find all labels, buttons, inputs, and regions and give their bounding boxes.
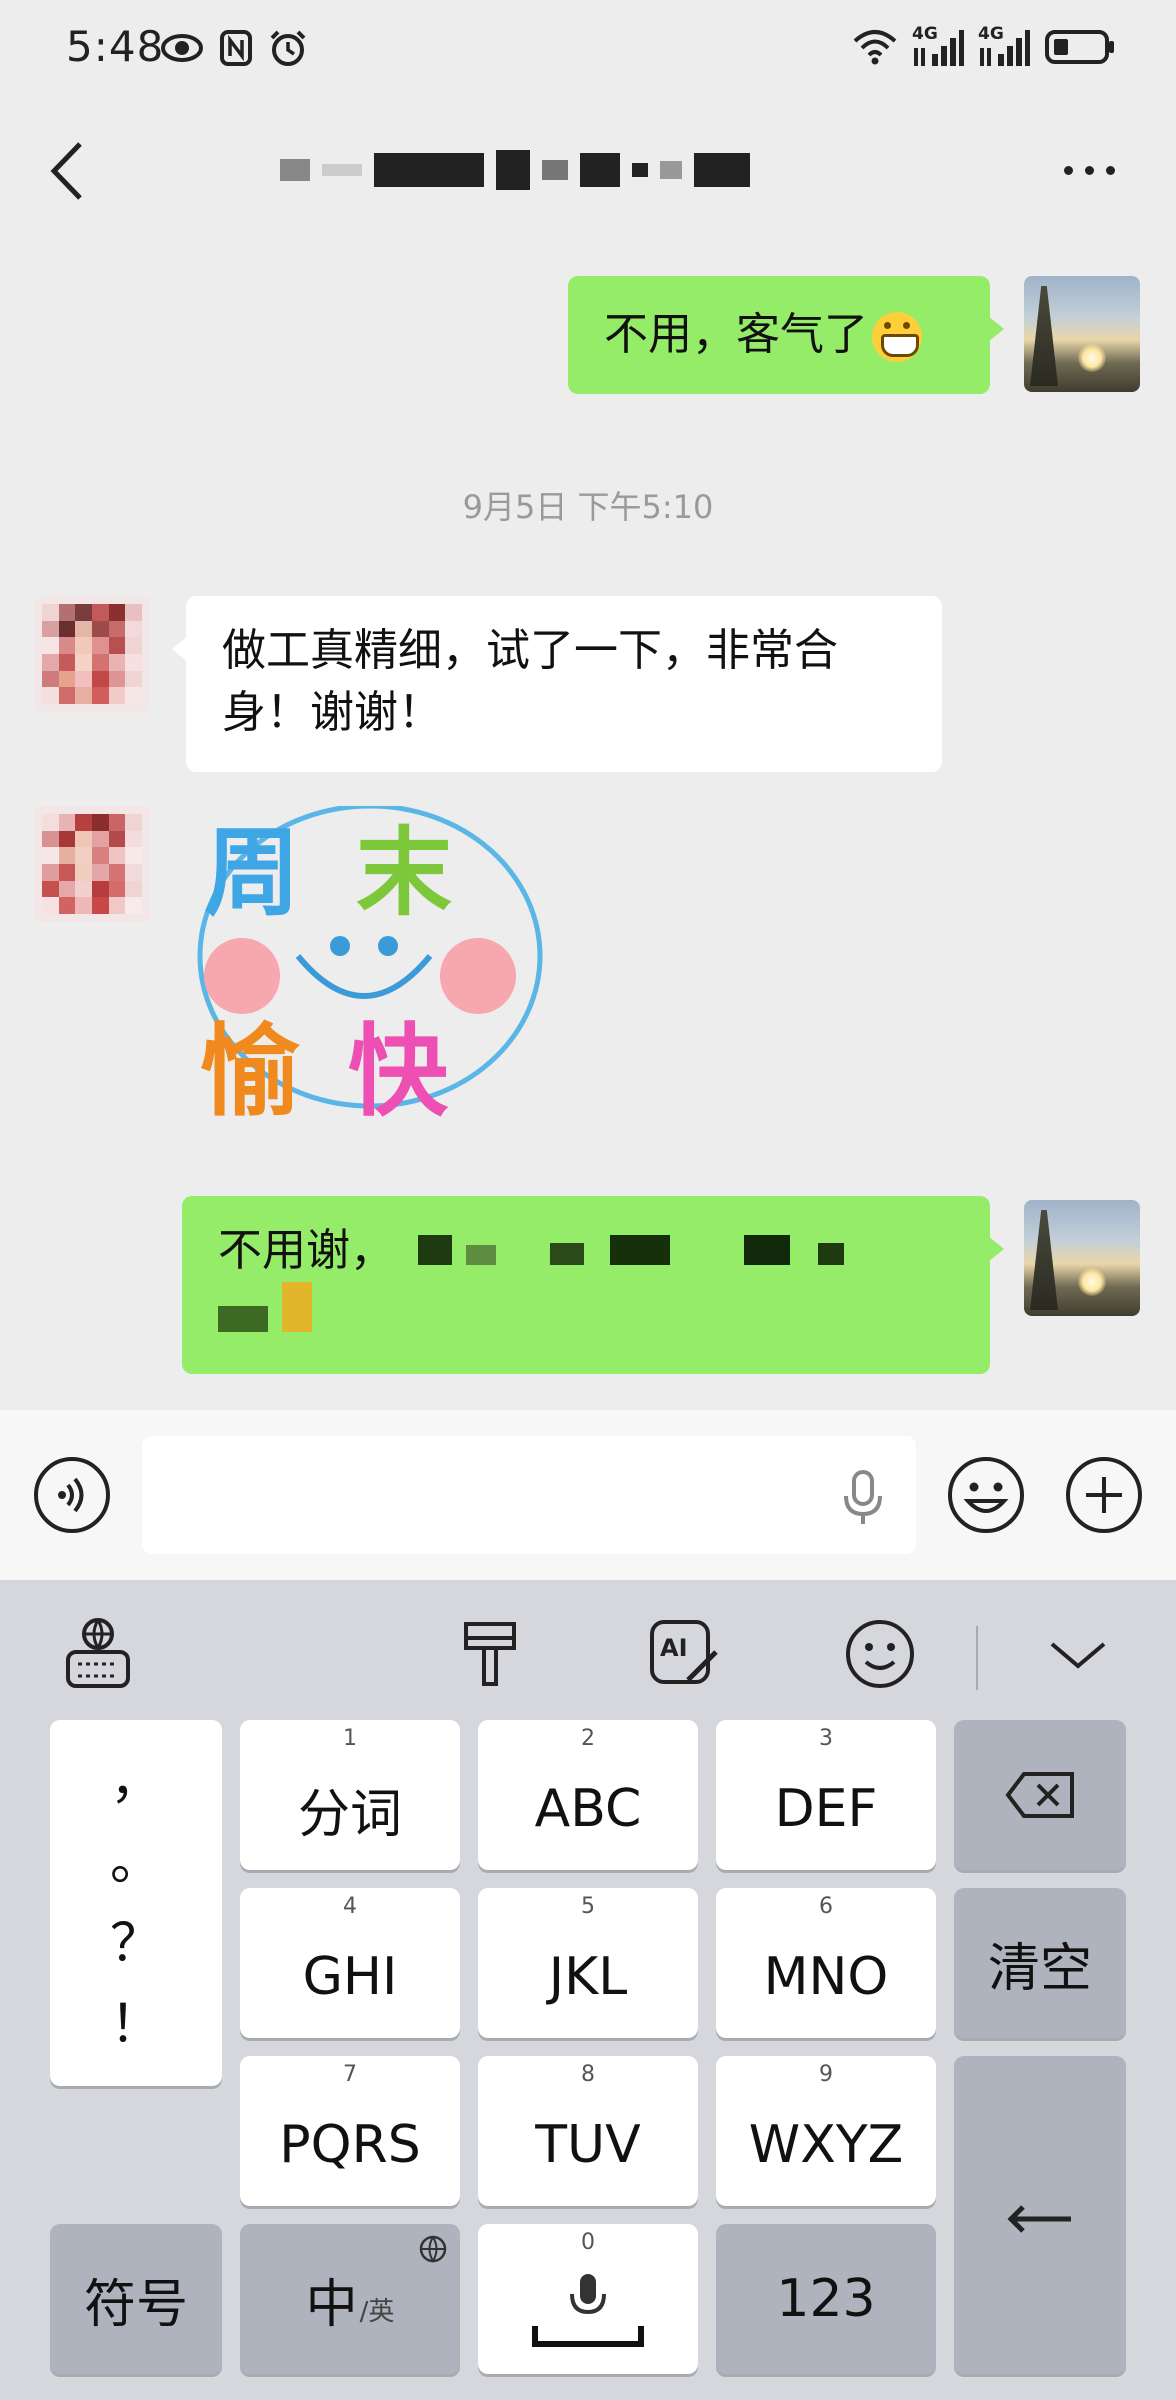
chat-title [280, 140, 750, 200]
punct-question[interactable]: ？ [110, 1914, 162, 1974]
eye-icon [161, 34, 203, 62]
voice-icon[interactable] [32, 1455, 112, 1535]
emoji-icon[interactable] [840, 1614, 920, 1694]
key-8[interactable]: 8 TUV [478, 2056, 698, 2206]
language-switch-key[interactable]: 中/英 [240, 2224, 460, 2374]
more-dots-icon[interactable] [1054, 150, 1124, 190]
globe-icon [419, 2235, 447, 2263]
message-timestamp: 9月5日 下午5:10 [462, 488, 714, 526]
signal-2-icon: 4G [978, 24, 1030, 68]
avatar-other[interactable] [34, 806, 150, 922]
space-mic-icon [532, 2274, 644, 2347]
keyboard: AI ， 。 ？ ！ 1 分词 2 ABC 3 DEF 4 GHI 5 JKL 6 MNO … [0, 1580, 1176, 2400]
keyboard-globe-icon[interactable] [58, 1614, 138, 1694]
sticker-image[interactable]: 周 末 愉 快 [180, 803, 550, 1136]
chevron-left-icon[interactable] [40, 136, 100, 206]
nfc-icon [220, 30, 252, 66]
message-bubble-other[interactable]: 做工真精细，试了一下，非常合身！谢谢！ [172, 596, 942, 772]
key-5[interactable]: 5 JKL [478, 1888, 698, 2038]
toolbar-divider [976, 1626, 978, 1690]
chat-messages[interactable]: 不用，客气了 9月5日 下午5:10 做工真精细，试了一下，非常合身！谢谢！ 周… [0, 240, 1176, 1410]
svg-text:快: 快 [348, 1013, 449, 1130]
delete-key[interactable] [954, 1720, 1126, 1870]
battery-icon [1045, 30, 1114, 64]
punctuation-key-column[interactable]: ， 。 ？ ！ [50, 1720, 222, 2086]
key-7[interactable]: 7 PQRS [240, 2056, 460, 2206]
message-bubble-self[interactable]: 不用，客气了 [568, 276, 1004, 394]
ai-write-icon[interactable]: AI [644, 1614, 724, 1694]
status-bar: 5:48 4G 4G [0, 0, 1176, 100]
numbers-key[interactable]: 123 [716, 2224, 936, 2374]
key-4[interactable]: 4 GHI [240, 1888, 460, 2038]
message-text: 不用谢， [218, 1225, 394, 1276]
symbols-key[interactable]: 符号 [50, 2224, 222, 2374]
clear-key[interactable]: 清空 [954, 1888, 1126, 2038]
status-time: 5:48 [66, 22, 165, 71]
avatar-other[interactable] [34, 596, 150, 712]
plus-icon[interactable] [1064, 1455, 1144, 1535]
key-9[interactable]: 9 WXYZ [716, 2056, 936, 2206]
grin-emoji-icon [872, 312, 922, 362]
punct-period[interactable]: 。 [110, 1832, 162, 1892]
svg-text:末: 末 [356, 817, 452, 929]
brush-icon[interactable] [450, 1614, 530, 1694]
sticker-face-icon: 周 末 愉 快 [197, 803, 543, 1130]
enter-icon [1007, 2205, 1071, 2233]
message-text: 做工真精细，试了一下，非常合身！谢谢！ [222, 625, 838, 738]
backspace-icon [1005, 1772, 1074, 1818]
message-input[interactable] [142, 1436, 916, 1554]
signal-1-icon: 4G [912, 24, 964, 68]
microphone-icon[interactable] [838, 1468, 888, 1528]
key-6[interactable]: 6 MNO [716, 1888, 936, 2038]
keyboard-toolbar: AI [0, 1580, 1176, 1720]
punct-exclaim[interactable]: ！ [110, 1995, 162, 2055]
key-1[interactable]: 1 分词 [240, 1720, 460, 1870]
enter-key[interactable] [954, 2056, 1126, 2374]
input-bar [0, 1410, 1176, 1580]
alarm-icon [270, 30, 306, 66]
collapse-chevron-icon[interactable] [1038, 1614, 1118, 1694]
svg-text:愉: 愉 [200, 1013, 300, 1130]
avatar-self[interactable] [1024, 276, 1140, 392]
status-right-icons: 4G 4G [852, 24, 1116, 68]
status-left-icons [160, 28, 308, 68]
punct-comma[interactable]: ， [110, 1751, 162, 1811]
wifi-icon [853, 30, 897, 65]
space-key[interactable]: 0 [478, 2224, 698, 2374]
sticker-text-1: 周 [204, 817, 300, 929]
svg-text:AI: AI [660, 1634, 688, 1662]
message-bubble-self[interactable]: 不用谢， [182, 1196, 1004, 1374]
emoji-icon[interactable] [946, 1455, 1026, 1535]
key-2[interactable]: 2 ABC [478, 1720, 698, 1870]
avatar-self[interactable] [1024, 1200, 1140, 1316]
message-text: 不用，客气了 [604, 309, 868, 360]
chat-header [0, 100, 1176, 240]
key-3[interactable]: 3 DEF [716, 1720, 936, 1870]
